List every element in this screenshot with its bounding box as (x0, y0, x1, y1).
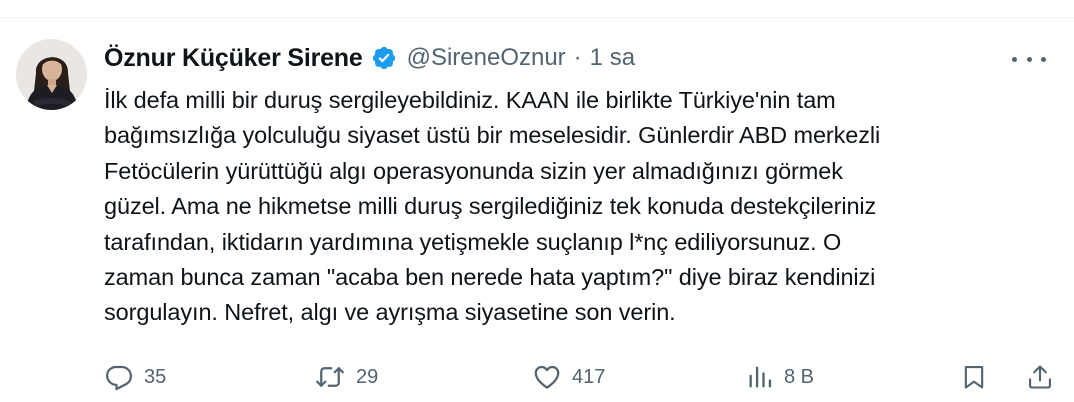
bar-chart-icon (746, 362, 774, 392)
reply-count: 35 (144, 365, 167, 388)
views-button[interactable]: 8 B (746, 360, 814, 394)
bookmark-icon (960, 362, 988, 392)
view-count: 8 B (784, 365, 815, 388)
repost-count: 29 (356, 365, 379, 388)
reply-bubble-icon (104, 362, 134, 392)
timestamp[interactable]: 1 sa (590, 44, 635, 72)
avatar[interactable] (16, 39, 87, 110)
share-button[interactable] (1026, 360, 1054, 394)
verified-badge-icon[interactable] (371, 45, 397, 71)
dot (1041, 56, 1046, 62)
more-dots-icon[interactable] (1012, 48, 1046, 70)
like-button[interactable]: 417 (532, 360, 605, 394)
action-bar: 35 29 417 8 B (104, 360, 1056, 394)
reply-button[interactable]: 35 (104, 360, 166, 394)
tweet-card[interactable]: Öznur Küçüker Sirene @SireneOznur · 1 sa… (0, 0, 1074, 402)
tweet-header: Öznur Küçüker Sirene @SireneOznur · 1 sa (104, 41, 635, 75)
repost-arrows-icon (314, 362, 346, 392)
author-handle[interactable]: @SireneOznur (407, 44, 566, 72)
display-name[interactable]: Öznur Küçüker Sirene (104, 44, 363, 73)
dot (1012, 56, 1017, 62)
share-upload-icon (1026, 362, 1054, 392)
divider (0, 17, 1074, 18)
separator-dot: · (573, 44, 582, 71)
repost-button[interactable]: 29 (314, 360, 378, 394)
heart-icon (532, 362, 562, 392)
tweet-text: İlk defa milli bir duruş sergileyebildin… (104, 87, 881, 326)
bookmark-button[interactable] (960, 360, 988, 394)
like-count: 417 (572, 365, 606, 388)
dot (1026, 56, 1032, 62)
